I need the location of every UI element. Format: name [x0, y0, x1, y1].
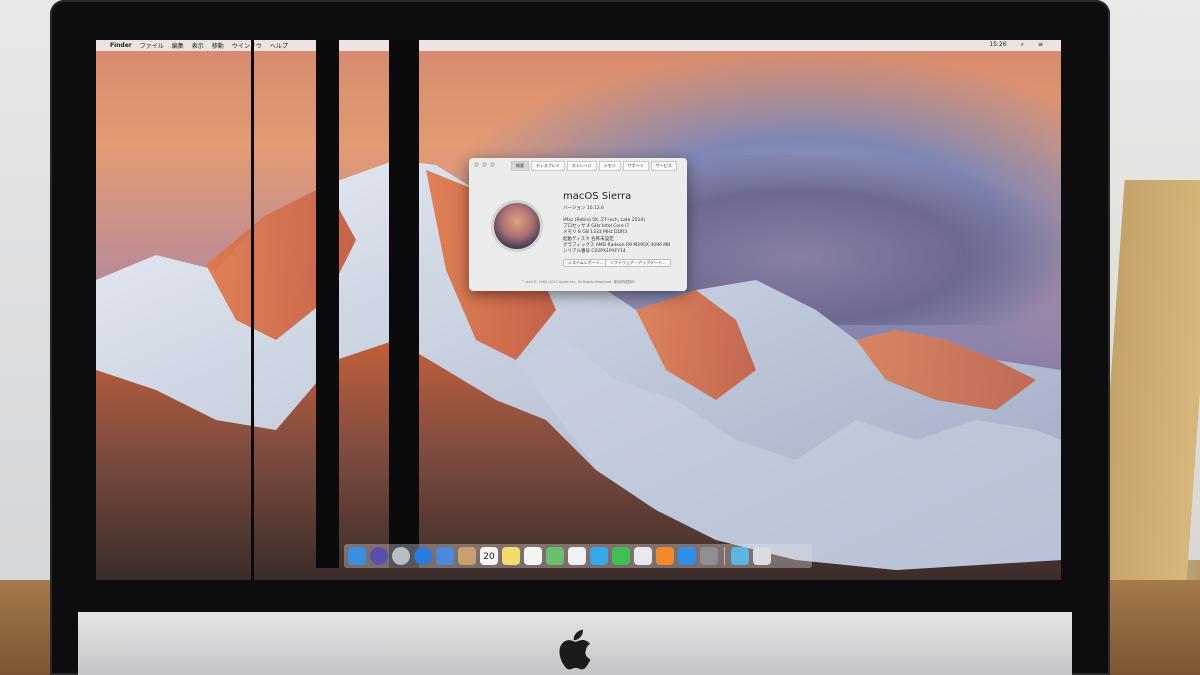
contacts-icon[interactable] [458, 547, 476, 565]
dead-pixel-line-3 [389, 40, 419, 568]
apple-logo-icon [559, 629, 591, 670]
menu-help[interactable]: ヘルプ [270, 41, 288, 50]
spotlight-icon[interactable]: ⌕ [1021, 41, 1024, 49]
menu-go[interactable]: 移動 [212, 41, 224, 50]
minimize-button[interactable] [482, 161, 487, 167]
siri-icon[interactable] [370, 547, 388, 565]
os-name: macOS Sierra [563, 191, 632, 202]
hardware-specs: iMac (Retina 5K, 27-inch, Late 2014) プロセ… [563, 218, 670, 255]
tab-support[interactable]: サポート [622, 161, 649, 171]
os-version: バージョン 10.12.6 [563, 206, 605, 211]
ibooks-icon[interactable] [656, 547, 674, 565]
messages-icon[interactable] [590, 547, 608, 565]
photos-icon[interactable] [568, 547, 586, 565]
screen: Finder ファイル 編集 表示 移動 ウインドウ ヘルプ 15:26 ⌕ ≡… [96, 40, 1061, 580]
itunes-icon[interactable] [634, 547, 652, 565]
trash-icon[interactable] [753, 547, 771, 565]
system-preferences-icon[interactable] [700, 547, 718, 565]
launchpad-icon[interactable] [392, 547, 410, 565]
spec-serial: シリアル番号 C02PX1PXFY14 [563, 249, 626, 255]
mail-icon[interactable] [436, 547, 454, 565]
downloads-folder-icon[interactable] [731, 547, 749, 565]
about-this-mac-window: 概要 ディスプレイ ストレージ メモリ サポート サービス macOS Sier… [469, 158, 687, 291]
about-tabs: 概要 ディスプレイ ストレージ メモリ サポート サービス [511, 161, 677, 171]
menu-view[interactable]: 表示 [192, 41, 204, 50]
dock: 20 [344, 544, 812, 568]
safari-icon[interactable] [414, 547, 432, 565]
menu-finder[interactable]: Finder [110, 42, 132, 49]
close-button[interactable] [474, 161, 479, 167]
facetime-icon[interactable] [612, 547, 630, 565]
dead-pixel-line-1 [251, 40, 254, 580]
dock-separator [724, 547, 725, 565]
clock[interactable]: 15:26 [989, 41, 1006, 49]
app-store-icon[interactable] [678, 547, 696, 565]
menu-window[interactable]: ウインドウ [232, 41, 262, 50]
macos-sierra-logo [491, 200, 543, 252]
menu-edit[interactable]: 編集 [172, 41, 184, 50]
copyright-footer: ™ and © 1983–2017 Apple Inc. All Rights … [521, 280, 635, 284]
notification-center-icon[interactable]: ≡ [1038, 41, 1043, 49]
zoom-button[interactable] [490, 161, 495, 167]
menu-bar: Finder ファイル 編集 表示 移動 ウインドウ ヘルプ 15:26 ⌕ ≡ [96, 40, 1061, 51]
calendar-icon[interactable]: 20 [480, 547, 498, 565]
menu-file[interactable]: ファイル [140, 41, 164, 50]
software-update-button[interactable]: ソフトウェア・アップデート... [605, 259, 671, 267]
mountain-wallpaper [96, 160, 1061, 580]
maps-icon[interactable] [546, 547, 564, 565]
finder-icon[interactable] [348, 547, 366, 565]
tab-displays[interactable]: ディスプレイ [531, 161, 565, 171]
tab-overview[interactable]: 概要 [511, 161, 529, 171]
tab-storage[interactable]: ストレージ [566, 161, 597, 171]
tab-service[interactable]: サービス [650, 161, 677, 171]
dead-pixel-line-2 [316, 40, 339, 568]
system-report-button[interactable]: システムレポート... [563, 259, 609, 267]
tab-memory[interactable]: メモリ [598, 161, 621, 171]
notes-icon[interactable] [502, 547, 520, 565]
reminders-icon[interactable] [524, 547, 542, 565]
